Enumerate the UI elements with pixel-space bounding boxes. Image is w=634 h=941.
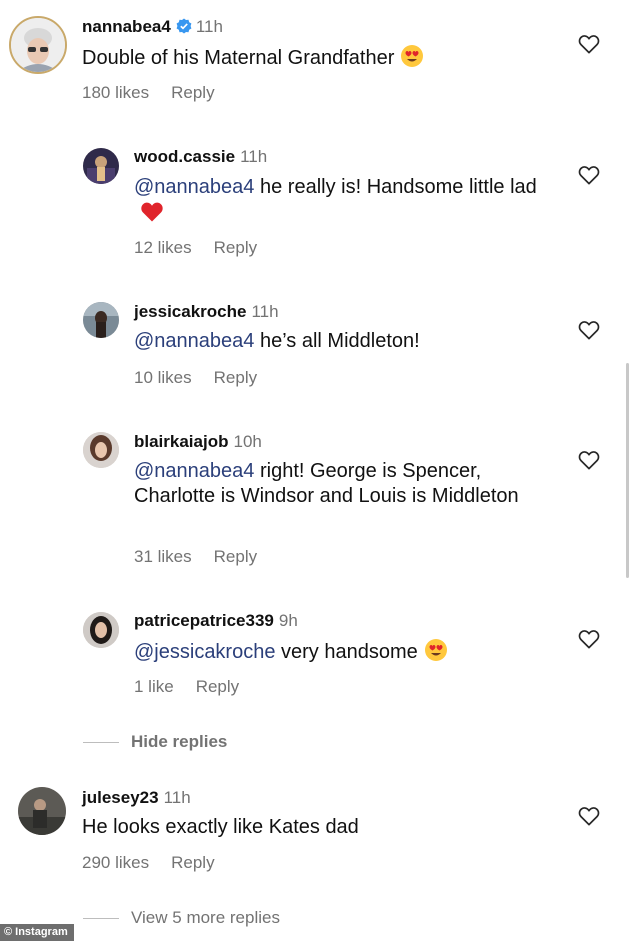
comment-meta: 1 like Reply xyxy=(134,677,239,697)
avatar-image xyxy=(11,18,65,72)
reply-button[interactable]: Reply xyxy=(171,853,214,872)
reply-button[interactable]: Reply xyxy=(214,547,257,566)
comment-meta: 180 likes Reply xyxy=(82,83,215,103)
comment-header: patricepatrice339 9h xyxy=(134,611,298,631)
username[interactable]: nannabea4 xyxy=(82,17,171,36)
comment-text: He looks exactly like Kates dad xyxy=(82,815,542,840)
comment-header: blairkaiajob 10h xyxy=(134,432,262,452)
mention-link[interactable]: @nannabea4 xyxy=(134,330,254,352)
timestamp: 9h xyxy=(278,611,298,630)
timestamp: 11h xyxy=(240,147,268,166)
reply-button[interactable]: Reply xyxy=(214,368,257,387)
avatar[interactable] xyxy=(18,787,66,835)
comment-body: he’s all Middleton! xyxy=(254,330,420,352)
comment-meta: 10 likes Reply xyxy=(134,368,257,388)
likes-count[interactable]: 31 likes xyxy=(134,547,192,566)
avatar[interactable] xyxy=(9,16,67,74)
red-heart-emoji xyxy=(141,202,163,222)
comment-text: @jessicakroche very handsome xyxy=(134,638,554,665)
comment-header: julesey23 11h xyxy=(82,788,191,808)
verified-badge-icon xyxy=(176,18,192,34)
heart-outline-icon[interactable] xyxy=(578,320,600,340)
comment-text: @nannabea4 right! George is Spencer, Cha… xyxy=(134,459,534,509)
likes-count[interactable]: 10 likes xyxy=(134,368,192,387)
username[interactable]: wood.cassie xyxy=(134,147,235,166)
comment-body: He looks exactly like Kates dad xyxy=(82,816,359,838)
heart-outline-icon[interactable] xyxy=(578,450,600,470)
heart-eyes-emoji xyxy=(424,639,447,661)
instagram-watermark: © Instagram xyxy=(0,924,74,941)
comment-meta: 12 likes Reply xyxy=(134,238,257,258)
view-more-replies-button[interactable]: View 5 more replies xyxy=(131,908,280,928)
scrollbar-thumb[interactable] xyxy=(626,363,629,578)
likes-count[interactable]: 1 like xyxy=(134,677,174,696)
timestamp: 10h xyxy=(233,432,262,451)
hide-replies-button[interactable]: Hide replies xyxy=(131,732,227,752)
avatar-image xyxy=(83,612,119,648)
comment-body: Double of his Maternal Grandfather xyxy=(82,47,395,69)
username[interactable]: blairkaiajob xyxy=(134,432,228,451)
reply-button[interactable]: Reply xyxy=(196,677,239,696)
reply-button[interactable]: Reply xyxy=(171,83,214,102)
heart-outline-icon[interactable] xyxy=(578,34,600,54)
comment-header: jessicakroche 11h xyxy=(134,302,279,322)
timestamp: 11h xyxy=(251,302,279,321)
avatar[interactable] xyxy=(83,432,119,468)
mention-link[interactable]: @nannabea4 xyxy=(134,176,254,198)
avatar-image xyxy=(18,787,66,835)
comment-text: @nannabea4 he’s all Middleton! xyxy=(134,329,554,354)
comment-text: Double of his Maternal Grandfather xyxy=(82,44,542,71)
avatar[interactable] xyxy=(83,612,119,648)
timestamp: 11h xyxy=(163,788,191,807)
mention-link[interactable]: @nannabea4 xyxy=(134,460,254,482)
username[interactable]: julesey23 xyxy=(82,788,159,807)
comment-header: wood.cassie 11h xyxy=(134,147,267,167)
comment-meta: 31 likes Reply xyxy=(134,547,257,567)
mention-link[interactable]: @jessicakroche xyxy=(134,641,275,663)
avatar[interactable] xyxy=(83,302,119,338)
likes-count[interactable]: 180 likes xyxy=(82,83,149,102)
likes-count[interactable]: 12 likes xyxy=(134,238,192,257)
avatar[interactable] xyxy=(83,148,119,184)
replies-divider xyxy=(83,918,119,919)
heart-outline-icon[interactable] xyxy=(578,806,600,826)
timestamp: 11h xyxy=(195,17,223,36)
comment-body: he really is! Handsome little lad xyxy=(254,176,537,198)
username[interactable]: patricepatrice339 xyxy=(134,611,274,630)
comment-header: nannabea4 11h xyxy=(82,17,223,37)
comment-meta: 290 likes Reply xyxy=(82,853,215,873)
replies-divider xyxy=(83,742,119,743)
reply-button[interactable]: Reply xyxy=(214,238,257,257)
comment-text: @nannabea4 he really is! Handsome little… xyxy=(134,175,544,227)
heart-outline-icon[interactable] xyxy=(578,629,600,649)
avatar-image xyxy=(83,432,119,468)
comment-body: very handsome xyxy=(275,641,418,663)
likes-count[interactable]: 290 likes xyxy=(82,853,149,872)
username[interactable]: jessicakroche xyxy=(134,302,246,321)
avatar-image xyxy=(83,148,119,184)
heart-eyes-emoji xyxy=(401,45,424,67)
avatar-image xyxy=(83,302,119,338)
heart-outline-icon[interactable] xyxy=(578,165,600,185)
